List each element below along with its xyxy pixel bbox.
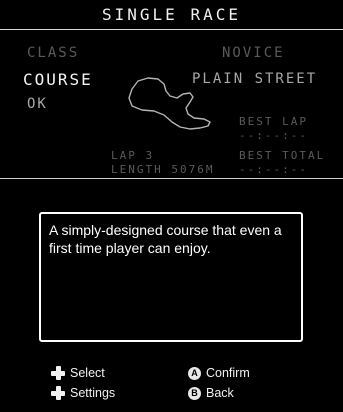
back-label: Back [206,386,234,400]
track-map [128,77,211,130]
dpad-icon [51,366,65,380]
best-lap-label: BEST LAP [239,115,308,128]
confirm-label: Confirm [206,366,250,380]
settings-label: Settings [70,386,116,400]
select-control-hint: Select [51,366,105,380]
title-bar: SINGLE RACE [0,0,343,30]
menu-item-course[interactable]: COURSE [23,70,93,89]
menu-item-ok[interactable]: OK [27,96,48,112]
description-dialog: A simply-designed course that even a fir… [39,212,303,342]
best-lap-value: --:--:-- [239,129,308,142]
course-length: LENGTH 5076M [111,163,215,176]
screen-divider [0,178,343,179]
dpad-icon [51,386,65,400]
settings-control-hint: Settings [51,386,115,400]
back-control-hint: B Back [188,386,234,400]
course-description: A simply-designed course that even a fir… [49,222,282,256]
page-title: SINGLE RACE [102,5,241,24]
menu-item-class[interactable]: CLASS [27,45,79,61]
b-button-icon: B [188,386,201,400]
lap-count: LAP 3 [111,149,155,162]
best-total-value: --:--:-- [239,163,308,176]
best-total-label: BEST TOTAL [239,149,326,162]
a-button-icon: A [188,366,201,380]
track-outline [128,77,211,130]
select-label: Select [70,366,105,380]
class-value: NOVICE [222,45,285,61]
confirm-control-hint: A Confirm [188,366,250,380]
